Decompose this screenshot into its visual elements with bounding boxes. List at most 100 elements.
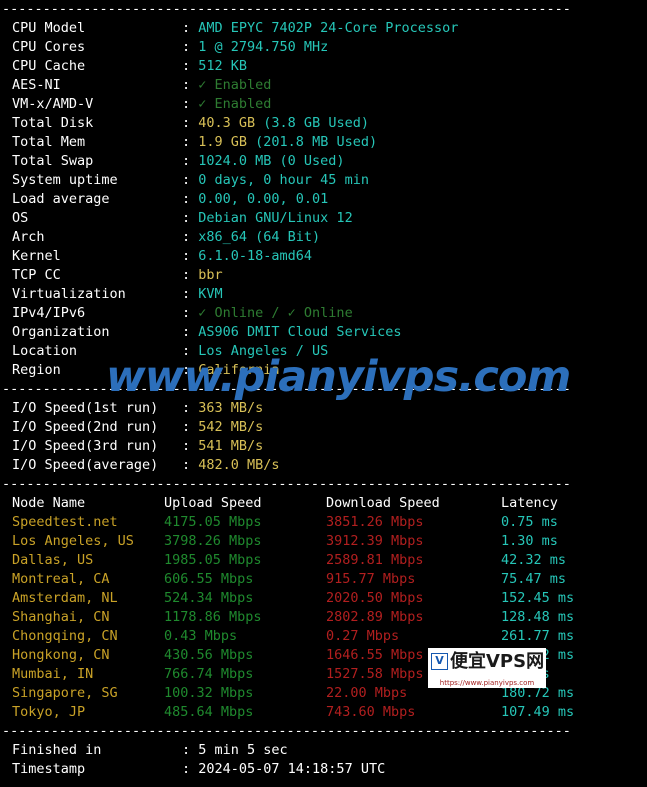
sysinfo-region-value: California <box>198 362 280 378</box>
sysinfo-total-mem-label: Total Mem <box>12 134 86 150</box>
sysinfo-organization-value: AS906 DMIT Cloud Services <box>198 324 402 340</box>
io-speed-1-row: I/O Speed(1st run): 363 MB/s <box>0 399 647 418</box>
sysinfo-arch-label: Arch <box>12 229 45 245</box>
speedtest-upload-speed: 1985.05 Mbps <box>164 552 262 568</box>
sysinfo-total-disk-value-primary: 40.3 GB <box>198 115 264 131</box>
table-row: Chongqing, CN 0.43 Mbps 0.27 Mbps 261.77 ms <box>0 627 647 646</box>
speedtest-latency: 0.75 ms <box>501 514 558 530</box>
speedtest-download-speed: 2020.50 Mbps <box>326 590 424 606</box>
speedtest-node-name: Shanghai, CN <box>12 609 110 625</box>
footer-block: Finished in: 5 min 5 sec Timestamp: 2024-… <box>0 741 647 779</box>
speedtest-latency: 42.32 ms <box>501 552 567 568</box>
io-speed-3-row: I/O Speed(3rd run): 541 MB/s <box>0 437 647 456</box>
sysinfo-load-average-label: Load average <box>12 191 110 207</box>
speedtest-node-name: Hongkong, CN <box>12 647 110 663</box>
sysinfo-aes-ni-value: ✓ Enabled <box>198 77 272 93</box>
speedtest-node-name: Montreal, CA <box>12 571 110 587</box>
sysinfo-ipv4-ipv6-colon: : <box>182 305 199 321</box>
sysinfo-system-uptime-value: 0 days, 0 hour 45 min <box>198 172 369 188</box>
footer-finished-in-row: Finished in: 5 min 5 sec <box>0 741 647 760</box>
sysinfo-virtualization-colon: : <box>182 286 199 302</box>
io-speed-1-colon: : <box>182 400 199 416</box>
separator-footer: ----------------------------------------… <box>2 723 571 739</box>
speedtest-node-name: Chongqing, CN <box>12 628 118 644</box>
sysinfo-vm-x-amd-v-label: VM-x/AMD-V <box>12 96 94 112</box>
speedtest-upload-speed: 4175.05 Mbps <box>164 514 262 530</box>
sysinfo-virtualization-row: Virtualization: KVM <box>0 285 647 304</box>
speedtest-upload-speed: 100.32 Mbps <box>164 685 254 701</box>
speedtest-upload-speed: 524.34 Mbps <box>164 590 254 606</box>
sysinfo-total-disk-colon: : <box>182 115 199 131</box>
sysinfo-total-disk-row: Total Disk: 40.3 GB (3.8 GB Used) <box>0 114 647 133</box>
sysinfo-vm-x-amd-v-colon: : <box>182 96 199 112</box>
speedtest-download-speed: 22.00 Mbps <box>326 685 408 701</box>
speedtest-upload-speed: 1178.86 Mbps <box>164 609 262 625</box>
sysinfo-ipv4-ipv6-row: IPv4/IPv6: ✓ Online / ✓ Online <box>0 304 647 323</box>
sysinfo-tcp-cc-label: TCP CC <box>12 267 61 283</box>
io-speed-2-value: 542 MB/s <box>198 419 264 435</box>
separator-speedtest: ----------------------------------------… <box>2 476 571 492</box>
speedtest-download-speed: 2589.81 Mbps <box>326 552 424 568</box>
sysinfo-load-average-colon: : <box>182 191 199 207</box>
io-speed-1-label: I/O Speed(1st run) <box>12 400 159 416</box>
speedtest-upload-speed: 3798.26 Mbps <box>164 533 262 549</box>
sysinfo-total-swap-row: Total Swap: 1024.0 MB (0 Used) <box>0 152 647 171</box>
sysinfo-vm-x-amd-v-row: VM-x/AMD-V: ✓ Enabled <box>0 95 647 114</box>
sysinfo-virtualization-label: Virtualization <box>12 286 126 302</box>
io-speed-2-row: I/O Speed(2nd run): 542 MB/s <box>0 418 647 437</box>
table-row: Los Angeles, US 3798.26 Mbps 3912.39 Mbps 1… <box>0 532 647 551</box>
speedtest-header-latency: Latency <box>501 495 558 511</box>
io-speed-1-value: 363 MB/s <box>198 400 264 416</box>
sysinfo-os-colon: : <box>182 210 199 226</box>
speedtest-node-name: Speedtest.net <box>12 514 118 530</box>
io-speed-4-label: I/O Speed(average) <box>12 457 159 473</box>
speedtest-node-name: Dallas, US <box>12 552 94 568</box>
sysinfo-cpu-model-label: CPU Model <box>12 20 86 36</box>
sysinfo-total-mem-row: Total Mem: 1.9 GB (201.8 MB Used) <box>0 133 647 152</box>
speedtest-upload-speed: 766.74 Mbps <box>164 666 254 682</box>
sysinfo-kernel-row: Kernel: 6.1.0-18-amd64 <box>0 247 647 266</box>
speedtest-header-download-speed: Download Speed <box>326 495 440 511</box>
speedtest-latency: 180.72 ms <box>501 685 575 701</box>
sysinfo-location-label: Location <box>12 343 78 359</box>
speedtest-download-speed: 1527.58 Mbps <box>326 666 424 682</box>
speedtest-upload-speed: 606.55 Mbps <box>164 571 254 587</box>
io-speed-2-colon: : <box>182 419 199 435</box>
speedtest-node-name: Amsterdam, NL <box>12 590 118 606</box>
sysinfo-cpu-cores-value: 1 @ 2794.750 MHz <box>198 39 329 55</box>
speedtest-download-speed: 3912.39 Mbps <box>326 533 424 549</box>
sysinfo-vm-x-amd-v-value: ✓ Enabled <box>198 96 272 112</box>
io-speed-4-colon: : <box>182 457 199 473</box>
speedtest-node-name: Los Angeles, US <box>12 533 134 549</box>
table-row: Dallas, US 1985.05 Mbps 2589.81 Mbps 42.32 … <box>0 551 647 570</box>
io-speed-3-colon: : <box>182 438 199 454</box>
sysinfo-total-disk-label: Total Disk <box>12 115 94 131</box>
sysinfo-region-label: Region <box>12 362 61 378</box>
sysinfo-tcp-cc-colon: : <box>182 267 199 283</box>
sysinfo-organization-label: Organization <box>12 324 110 340</box>
sysinfo-kernel-value: 6.1.0-18-amd64 <box>198 248 313 264</box>
footer-timestamp-colon: : <box>182 761 199 777</box>
sysinfo-total-swap-label: Total Swap <box>12 153 94 169</box>
sysinfo-tcp-cc-row: TCP CC: bbr <box>0 266 647 285</box>
speedtest-latency: 107.49 ms <box>501 704 575 720</box>
speedtest-header-upload-speed: Upload Speed <box>164 495 262 511</box>
io-speed-3-value: 541 MB/s <box>198 438 264 454</box>
sysinfo-virtualization-value: KVM <box>198 286 223 302</box>
separator-io: ----------------------------------------… <box>2 381 571 397</box>
sysinfo-total-swap-value: 1024.0 MB (0 Used) <box>198 153 345 169</box>
sysinfo-organization-colon: : <box>182 324 199 340</box>
speedtest-download-speed: 915.77 Mbps <box>326 571 416 587</box>
sysinfo-region-colon: : <box>182 362 199 378</box>
speedtest-latency: 152.45 ms <box>501 590 575 606</box>
sysinfo-cpu-model-colon: : <box>182 20 199 36</box>
speedtest-node-name: Mumbai, IN <box>12 666 94 682</box>
speedtest-download-speed: 743.60 Mbps <box>326 704 416 720</box>
sysinfo-system-uptime-label: System uptime <box>12 172 118 188</box>
sysinfo-arch-row: Arch: x86_64 (64 Bit) <box>0 228 647 247</box>
footer-timestamp-label: Timestamp <box>12 761 86 777</box>
speedtest-latency: 223 ms <box>501 666 550 682</box>
sysinfo-cpu-cache-value: 512 KB <box>198 58 248 74</box>
speedtest-download-speed: 3851.26 Mbps <box>326 514 424 530</box>
speedtest-download-speed: 0.27 Mbps <box>326 628 400 644</box>
